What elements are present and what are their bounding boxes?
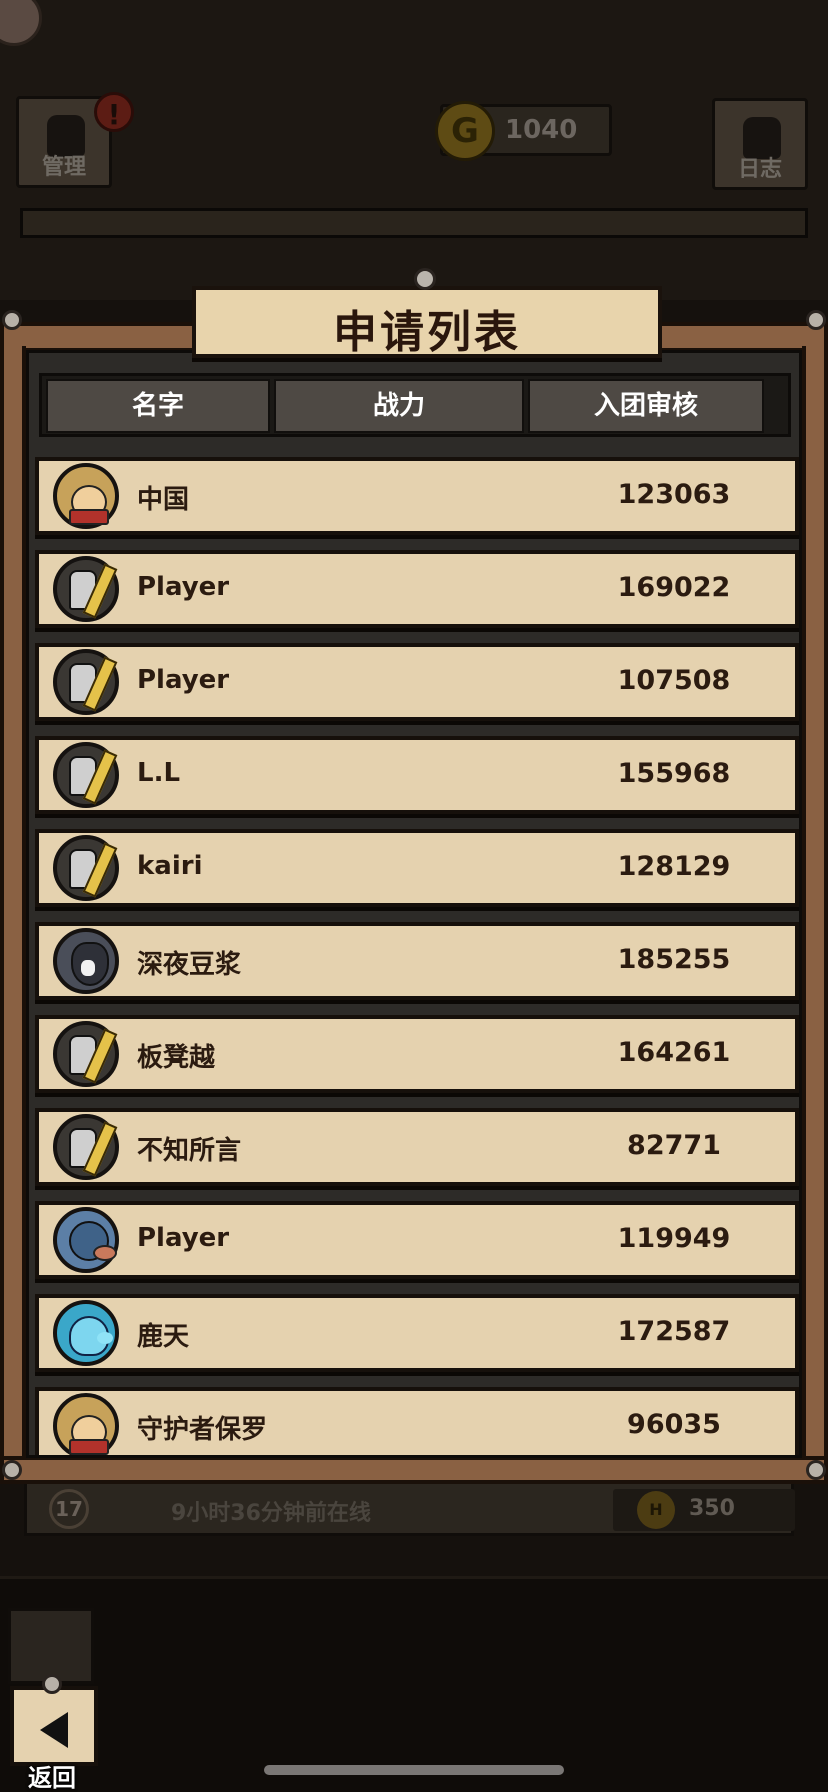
ghost-avatar-icon — [53, 1300, 119, 1366]
applicant-power: 185255 — [617, 944, 731, 975]
applicant-name: Player — [137, 1223, 230, 1253]
background-beam — [20, 208, 808, 238]
log-button: 日志 — [712, 98, 808, 190]
applicant-name: 守护者保罗 — [137, 1415, 268, 1445]
applicant-name: kairi — [137, 851, 203, 881]
bird-avatar-icon — [53, 1207, 119, 1273]
nail-icon — [2, 1460, 22, 1480]
knight-avatar-icon — [53, 835, 119, 901]
applicant-row[interactable]: 深夜豆浆 185255 — [35, 922, 799, 1000]
applicant-power: 107508 — [617, 665, 731, 696]
knight-avatar-icon — [53, 556, 119, 622]
nail-icon — [806, 1460, 826, 1480]
member-last-online: 9小时36分钟前在线 — [171, 1501, 371, 1526]
applicant-power: 96035 — [627, 1409, 721, 1440]
applicant-power: 169022 — [617, 572, 731, 603]
frame-left — [0, 346, 26, 1476]
applicant-power: 155968 — [617, 758, 731, 789]
applicant-row[interactable]: 板凳越 164261 — [35, 1015, 799, 1093]
points-icon: H — [637, 1491, 675, 1529]
background-back-button — [8, 1608, 94, 1684]
back-arrow-icon — [40, 1712, 68, 1748]
applicant-row[interactable]: Player 169022 — [35, 550, 799, 628]
applicant-name: 不知所言 — [137, 1136, 242, 1166]
background-bottom-bar — [0, 1576, 828, 1792]
applicant-list[interactable]: 中国 123063 Player 169022 Player 107508 L.L 15596… — [35, 457, 799, 1455]
applicant-power: 123063 — [617, 479, 731, 510]
gold-coin-icon: G — [435, 101, 495, 161]
member-level: 17 — [49, 1489, 89, 1529]
applicant-row[interactable]: kairi 128129 — [35, 829, 799, 907]
log-label: 日志 — [737, 157, 782, 182]
applicant-row[interactable]: L.L 155968 — [35, 736, 799, 814]
application-list-dialog: 名字 战力 入团审核 中国 123063 Player 169022 Player 107… — [0, 268, 828, 1490]
column-header-power: 战力 — [274, 379, 524, 433]
nail-icon — [414, 268, 436, 290]
dialog-body: 名字 战力 入团审核 中国 123063 Player 169022 Player 107… — [26, 350, 802, 1458]
pin-icon — [42, 1674, 62, 1694]
applicant-power: 119949 — [617, 1223, 731, 1254]
applicant-power: 128129 — [617, 851, 731, 882]
nail-icon — [806, 310, 826, 330]
dialog-title: 申请列表 — [333, 307, 521, 358]
frame-right — [802, 346, 828, 1476]
list-header: 名字 战力 入团审核 — [39, 373, 791, 437]
applicant-power: 164261 — [617, 1037, 731, 1068]
title-plaque: 申请列表 — [192, 286, 662, 358]
applicant-name: Player — [137, 572, 230, 602]
applicant-name: Player — [137, 665, 230, 695]
frame-bottom — [0, 1456, 828, 1484]
knight-avatar-icon — [53, 742, 119, 808]
applicant-row[interactable]: 守护者保罗 96035 — [35, 1387, 799, 1455]
back-button-plate[interactable] — [10, 1686, 98, 1766]
wolf-avatar-icon — [53, 928, 119, 994]
alert-badge: ! — [94, 92, 134, 132]
back-label: 返回 — [28, 1764, 76, 1792]
column-header-review: 入团审核 — [528, 379, 764, 433]
applicant-power: 82771 — [627, 1130, 721, 1161]
applicant-row[interactable]: Player 119949 — [35, 1201, 799, 1279]
applicant-row[interactable]: Player 107508 — [35, 643, 799, 721]
manage-label: 管理 — [41, 155, 86, 180]
home-indicator — [264, 1765, 564, 1775]
nail-icon — [2, 310, 22, 330]
member-points: H 350 — [613, 1489, 795, 1531]
applicant-row[interactable]: 不知所言 82771 — [35, 1108, 799, 1186]
background-header — [0, 0, 828, 300]
knight-avatar-icon — [53, 649, 119, 715]
applicant-name: 深夜豆浆 — [137, 950, 242, 980]
applicant-power: 172587 — [617, 1316, 731, 1347]
points-value: 350 — [689, 1496, 735, 1521]
back-button[interactable]: 返回 — [6, 1674, 98, 1792]
applicant-row[interactable]: 鹿天 172587 — [35, 1294, 799, 1372]
monkey-avatar-icon — [53, 1393, 119, 1455]
knight-avatar-icon — [53, 1114, 119, 1180]
applicant-name: 鹿天 — [137, 1322, 190, 1352]
gold-counter: G 1040 — [435, 101, 612, 161]
knight-avatar-icon — [53, 1021, 119, 1087]
applicant-row[interactable]: 中国 123063 — [35, 457, 799, 535]
column-header-name: 名字 — [46, 379, 270, 433]
applicant-name: 板凳越 — [137, 1043, 216, 1073]
applicant-name: L.L — [137, 758, 181, 788]
gold-value: 1040 — [505, 115, 578, 145]
applicant-name: 中国 — [137, 485, 190, 515]
monkey-avatar-icon — [53, 463, 119, 529]
